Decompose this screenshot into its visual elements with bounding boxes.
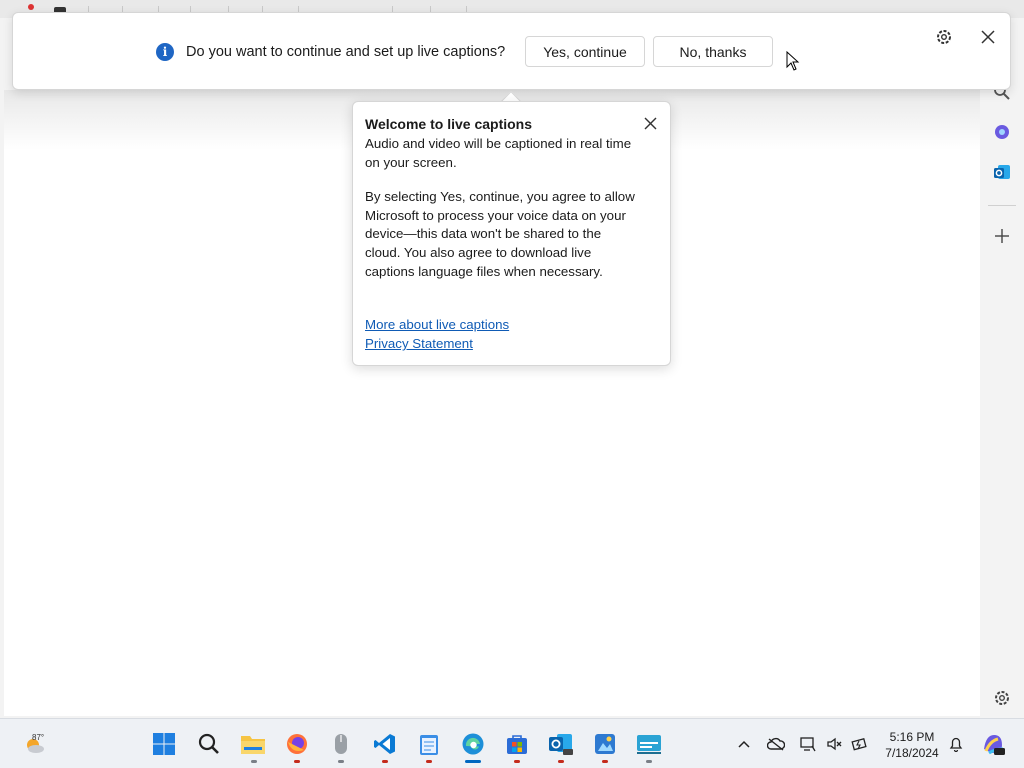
taskbar-clock[interactable]: 5:16 PM 7/18/2024 — [880, 729, 944, 761]
mouse-icon[interactable] — [328, 731, 354, 757]
network-icon[interactable] — [799, 735, 817, 753]
yes-continue-button[interactable]: Yes, continue — [525, 36, 645, 67]
close-icon[interactable] — [978, 27, 998, 47]
vscode-icon[interactable] — [372, 731, 398, 757]
running-indicator — [251, 760, 257, 763]
mouse-cursor-icon — [786, 51, 800, 71]
file-explorer-icon[interactable] — [240, 731, 266, 757]
microsoft-store-icon[interactable] — [504, 731, 530, 757]
no-thanks-button[interactable]: No, thanks — [653, 36, 773, 67]
edge-icon[interactable] — [460, 731, 486, 757]
info-icon: i — [156, 43, 174, 61]
clock-date: 7/18/2024 — [885, 746, 939, 760]
add-icon[interactable] — [990, 224, 1014, 248]
clock-time: 5:16 PM — [889, 730, 935, 744]
live-captions-icon[interactable] — [636, 731, 662, 757]
copilot-icon[interactable] — [990, 120, 1014, 144]
volume-muted-icon[interactable] — [825, 735, 843, 753]
live-captions-infobar: i Do you want to continue and set up liv… — [12, 12, 1011, 90]
search-icon[interactable] — [196, 731, 222, 757]
notification-dot — [28, 4, 34, 10]
running-indicator — [602, 760, 608, 763]
notepad-icon[interactable] — [416, 731, 442, 757]
weather-temperature: 87° — [32, 733, 45, 742]
running-indicator — [426, 760, 432, 763]
popover-intro-text: Audio and video will be captioned in rea… — [365, 136, 632, 170]
gear-icon[interactable] — [934, 27, 954, 47]
sidebar-divider — [988, 205, 1016, 206]
running-indicator — [382, 760, 388, 763]
more-about-live-captions-link[interactable]: More about live captions — [365, 317, 509, 332]
running-indicator — [294, 760, 300, 763]
outlook-icon[interactable] — [990, 160, 1014, 184]
popover-title: Welcome to live captions — [365, 116, 533, 132]
running-indicator — [338, 760, 344, 763]
bell-icon[interactable] — [947, 735, 965, 753]
infobar-message: Do you want to continue and set up live … — [186, 44, 506, 60]
outlook-new-icon[interactable] — [548, 731, 574, 757]
battery-icon[interactable] — [851, 735, 869, 753]
active-indicator — [465, 760, 481, 763]
chevron-up-icon[interactable] — [735, 735, 753, 753]
copilot-preview-icon[interactable] — [980, 731, 1006, 757]
windows-start-icon[interactable] — [151, 731, 177, 757]
live-captions-popover: Welcome to live captions Audio and video… — [352, 101, 671, 366]
running-indicator — [646, 760, 652, 763]
privacy-statement-link[interactable]: Privacy Statement — [365, 336, 473, 351]
gear-icon[interactable] — [990, 686, 1014, 710]
running-indicator — [514, 760, 520, 763]
paint-icon[interactable] — [592, 731, 618, 757]
running-indicator — [558, 760, 564, 763]
close-icon[interactable] — [641, 114, 659, 132]
popover-consent-text: By selecting Yes, continue, you agree to… — [365, 189, 635, 279]
firefox-icon[interactable] — [284, 731, 310, 757]
onedrive-offline-icon[interactable] — [767, 735, 785, 753]
